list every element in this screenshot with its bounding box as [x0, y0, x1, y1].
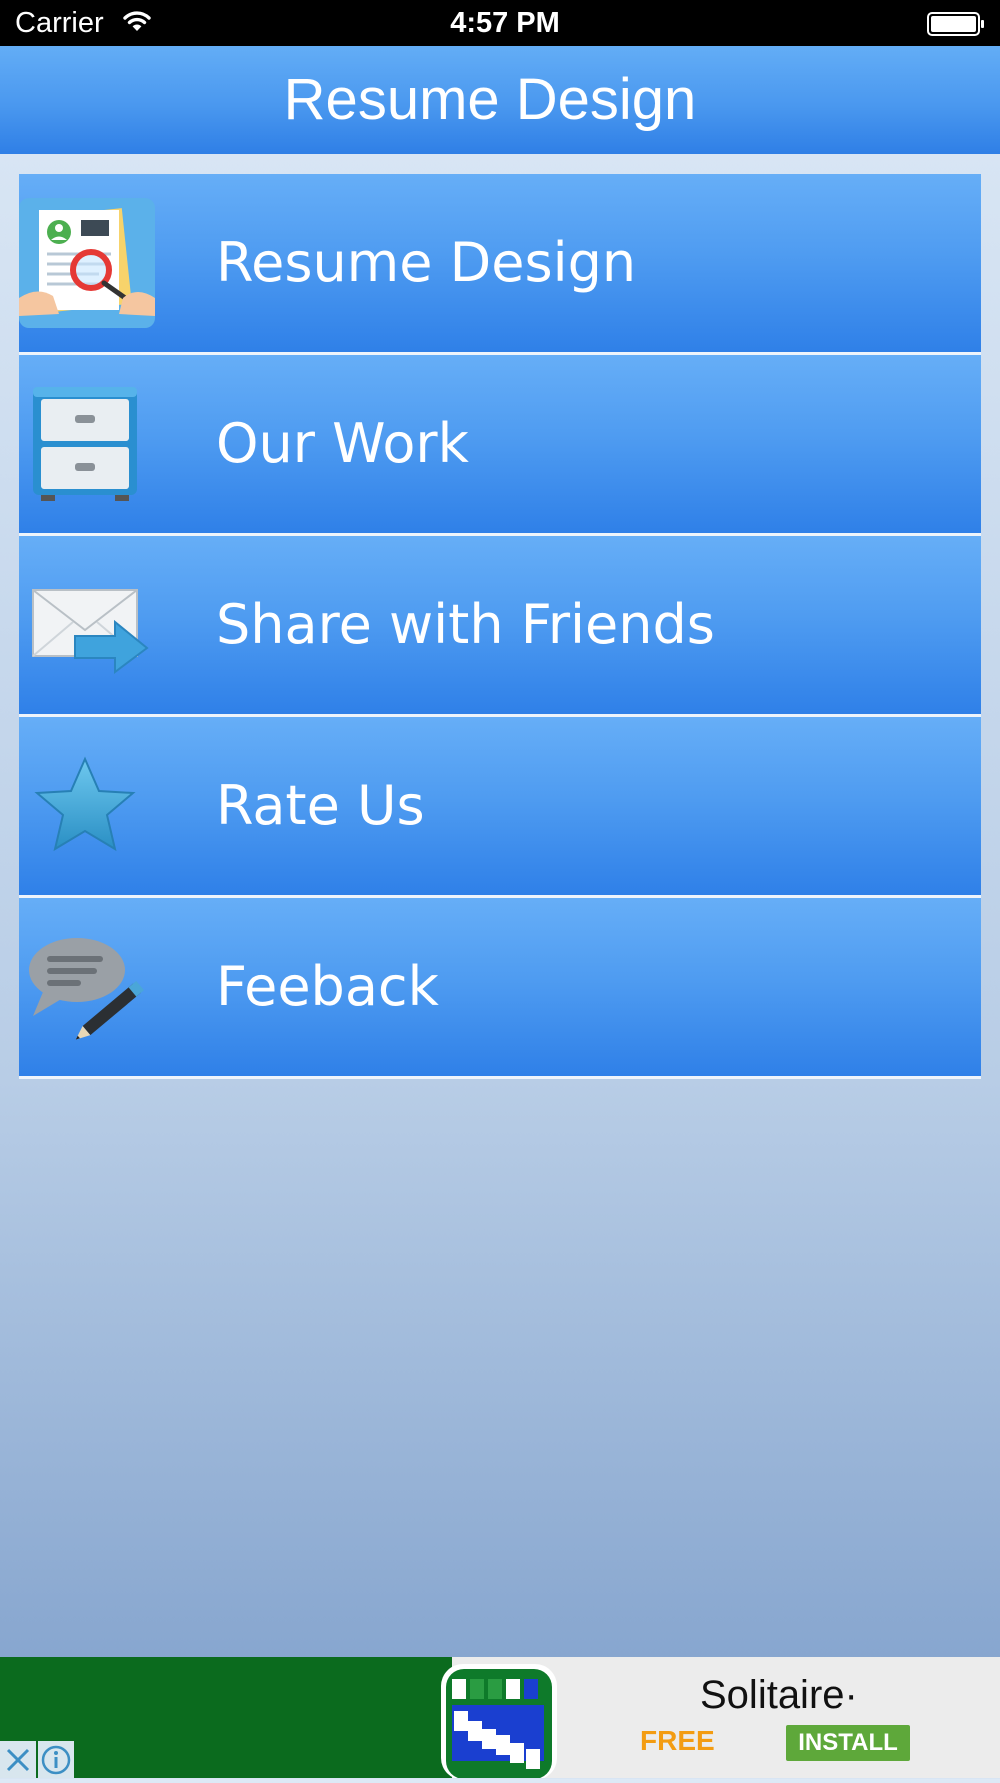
ad-info-icon[interactable] — [38, 1741, 74, 1778]
menu-item-feeback[interactable]: Feeback — [19, 898, 981, 1079]
menu-item-label: Feeback — [216, 955, 439, 1018]
page-title: Resume Design — [283, 67, 697, 132]
ad-install-button[interactable]: INSTALL — [786, 1725, 910, 1761]
menu-item-label: Rate Us — [216, 774, 425, 837]
battery-icon — [927, 12, 985, 36]
nav-bar: Resume Design — [0, 46, 1000, 154]
menu-item-rate-us[interactable]: Rate Us — [19, 717, 981, 898]
menu-item-label: Share with Friends — [216, 593, 715, 656]
ad-banner[interactable]: Solitaire· FREE INSTALL — [0, 1657, 1000, 1780]
menu-item-label: Our Work — [216, 412, 469, 475]
solitaire-app-icon[interactable] — [440, 1663, 558, 1780]
ad-close-icon[interactable] — [0, 1741, 36, 1778]
menu-item-our-work[interactable]: Our Work — [19, 355, 981, 536]
ad-price: FREE — [640, 1725, 715, 1756]
speech-bubble-pencil-icon — [19, 922, 155, 1052]
envelope-arrow-icon — [19, 560, 155, 690]
cv-magnifier-icon — [19, 198, 155, 328]
file-cabinet-icon — [19, 379, 155, 509]
status-time: 4:57 PM — [450, 7, 560, 39]
star-icon — [19, 741, 155, 871]
menu-item-label: Resume Design — [216, 231, 637, 294]
menu-item-share-with-friends[interactable]: Share with Friends — [19, 536, 981, 717]
ad-title: Solitaire· — [700, 1673, 858, 1717]
status-bar: Carrier 4:57 PM — [0, 0, 1000, 46]
menu-item-resume-design[interactable]: Resume Design — [19, 174, 981, 355]
menu-list: Resume Design Our Work Share with Friend… — [19, 174, 981, 1079]
